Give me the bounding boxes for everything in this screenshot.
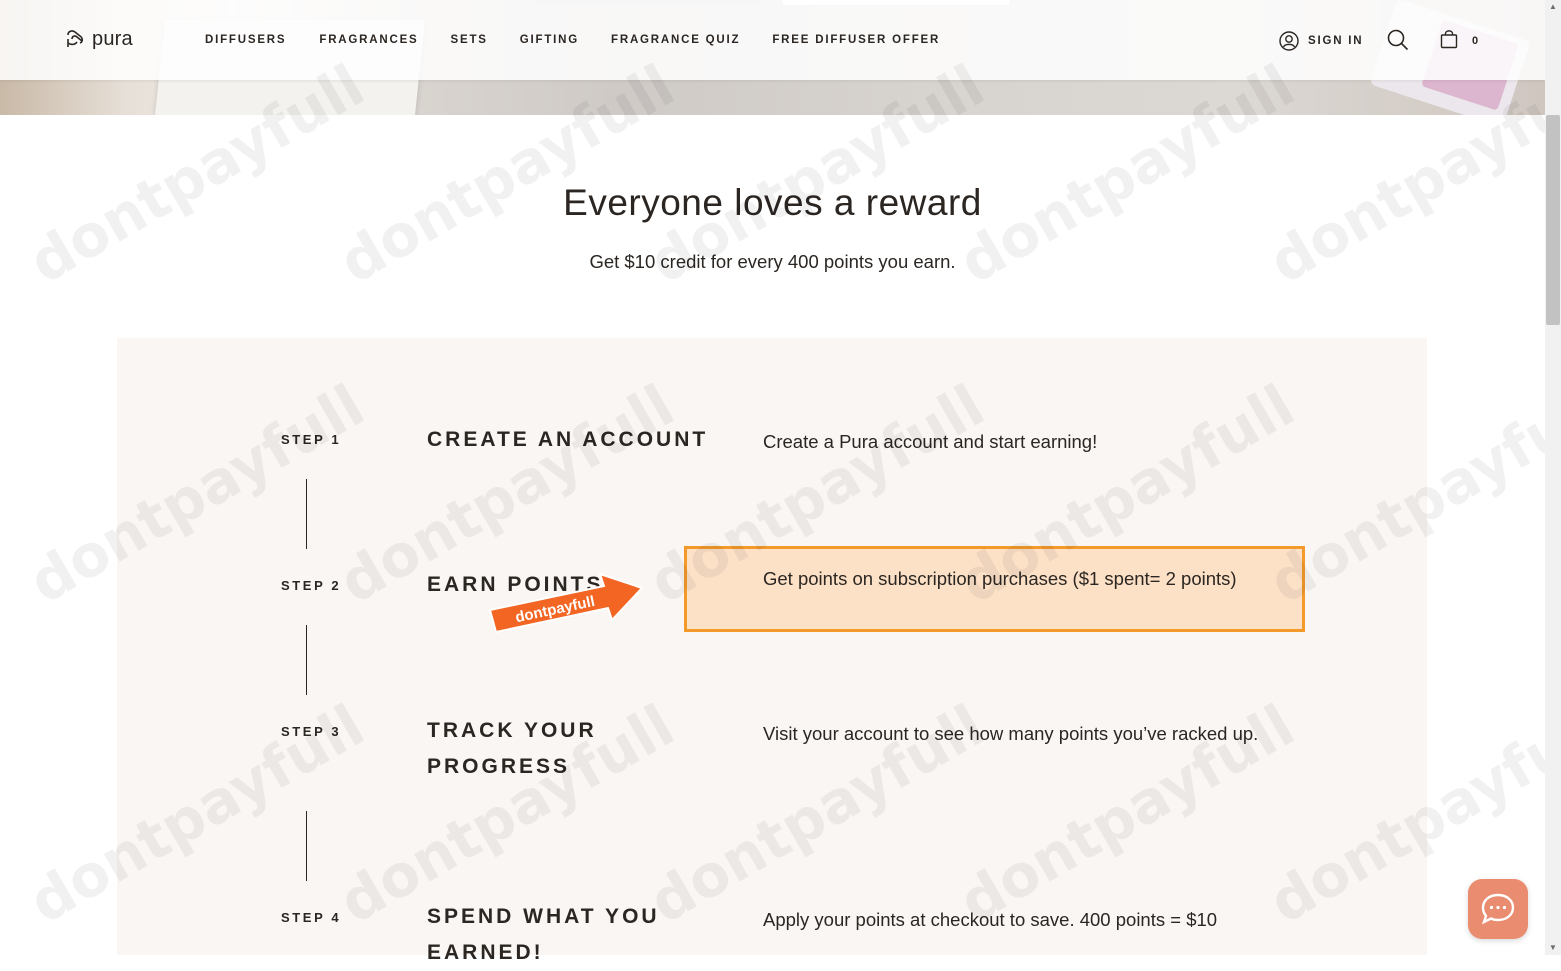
step-1-title: CREATE AN ACCOUNT bbox=[427, 428, 709, 451]
nav-gifting[interactable]: GIFTING bbox=[520, 34, 579, 46]
step-connector bbox=[306, 479, 307, 549]
step-4-title: SPEND WHAT YOU EARNED! bbox=[427, 905, 660, 964]
step-1-label: STEP 1 bbox=[281, 432, 342, 447]
main-nav: DIFFUSERS FRAGRANCES SETS GIFTING FRAGRA… bbox=[205, 34, 972, 46]
scroll-up-arrow-icon[interactable]: ▲ bbox=[1549, 2, 1557, 11]
search-button[interactable] bbox=[1387, 29, 1409, 56]
sign-in-label: SIGN IN bbox=[1308, 35, 1364, 47]
logo-wordmark: pura bbox=[92, 27, 133, 50]
pura-logo[interactable]: pura bbox=[64, 27, 133, 51]
user-icon bbox=[1279, 31, 1299, 51]
vertical-scrollbar[interactable]: ▲ ▼ bbox=[1545, 0, 1561, 955]
nav-diffusers[interactable]: DIFFUSERS bbox=[205, 34, 286, 46]
step-4-desc: Apply your points at checkout to save. 4… bbox=[763, 909, 1218, 930]
cart-count: 0 bbox=[1472, 35, 1479, 47]
cart-button[interactable]: 0 bbox=[1440, 29, 1478, 49]
step-3-label: STEP 3 bbox=[281, 724, 342, 739]
site-header: pura DIFFUSERS FRAGRANCES SETS GIFTING F… bbox=[0, 0, 1545, 80]
sign-in-link[interactable]: SIGN IN bbox=[1279, 31, 1363, 51]
steps-panel: STEP 1 CREATE AN ACCOUNT Create a Pura a… bbox=[117, 338, 1427, 964]
nav-free-diffuser-offer[interactable]: FREE DIFFUSER OFFER bbox=[772, 34, 940, 46]
step-1-desc: Create a Pura account and start earning! bbox=[763, 431, 1098, 452]
nav-fragrance-quiz[interactable]: FRAGRANCE QUIZ bbox=[611, 34, 740, 46]
step-4-label: STEP 4 bbox=[281, 910, 342, 925]
step-3-title: TRACK YOUR PROGRESS bbox=[427, 719, 597, 778]
scroll-down-arrow-icon[interactable]: ▼ bbox=[1549, 943, 1557, 952]
step-2-label: STEP 2 bbox=[281, 578, 342, 593]
page-title: Everyone loves a reward bbox=[563, 182, 982, 223]
chat-button[interactable] bbox=[1468, 879, 1528, 939]
step-2-desc: Get points on subscription purchases ($1… bbox=[763, 568, 1237, 589]
step-connector bbox=[306, 811, 307, 881]
shopping-bag-icon bbox=[1440, 30, 1458, 49]
nav-fragrances[interactable]: FRAGRANCES bbox=[319, 34, 418, 46]
pura-logo-icon bbox=[67, 30, 84, 47]
step-connector bbox=[306, 625, 307, 695]
page-subtitle: Get $10 credit for every 400 points you … bbox=[589, 251, 956, 272]
dontpayfull-arrow-badge: dontpayfull bbox=[488, 572, 644, 634]
scrollbar-thumb[interactable] bbox=[1546, 115, 1560, 325]
chat-bubble-icon bbox=[1481, 893, 1515, 925]
step-3-desc: Visit your account to see how many point… bbox=[763, 723, 1259, 744]
search-icon bbox=[1387, 29, 1409, 51]
nav-sets[interactable]: SETS bbox=[451, 34, 488, 46]
